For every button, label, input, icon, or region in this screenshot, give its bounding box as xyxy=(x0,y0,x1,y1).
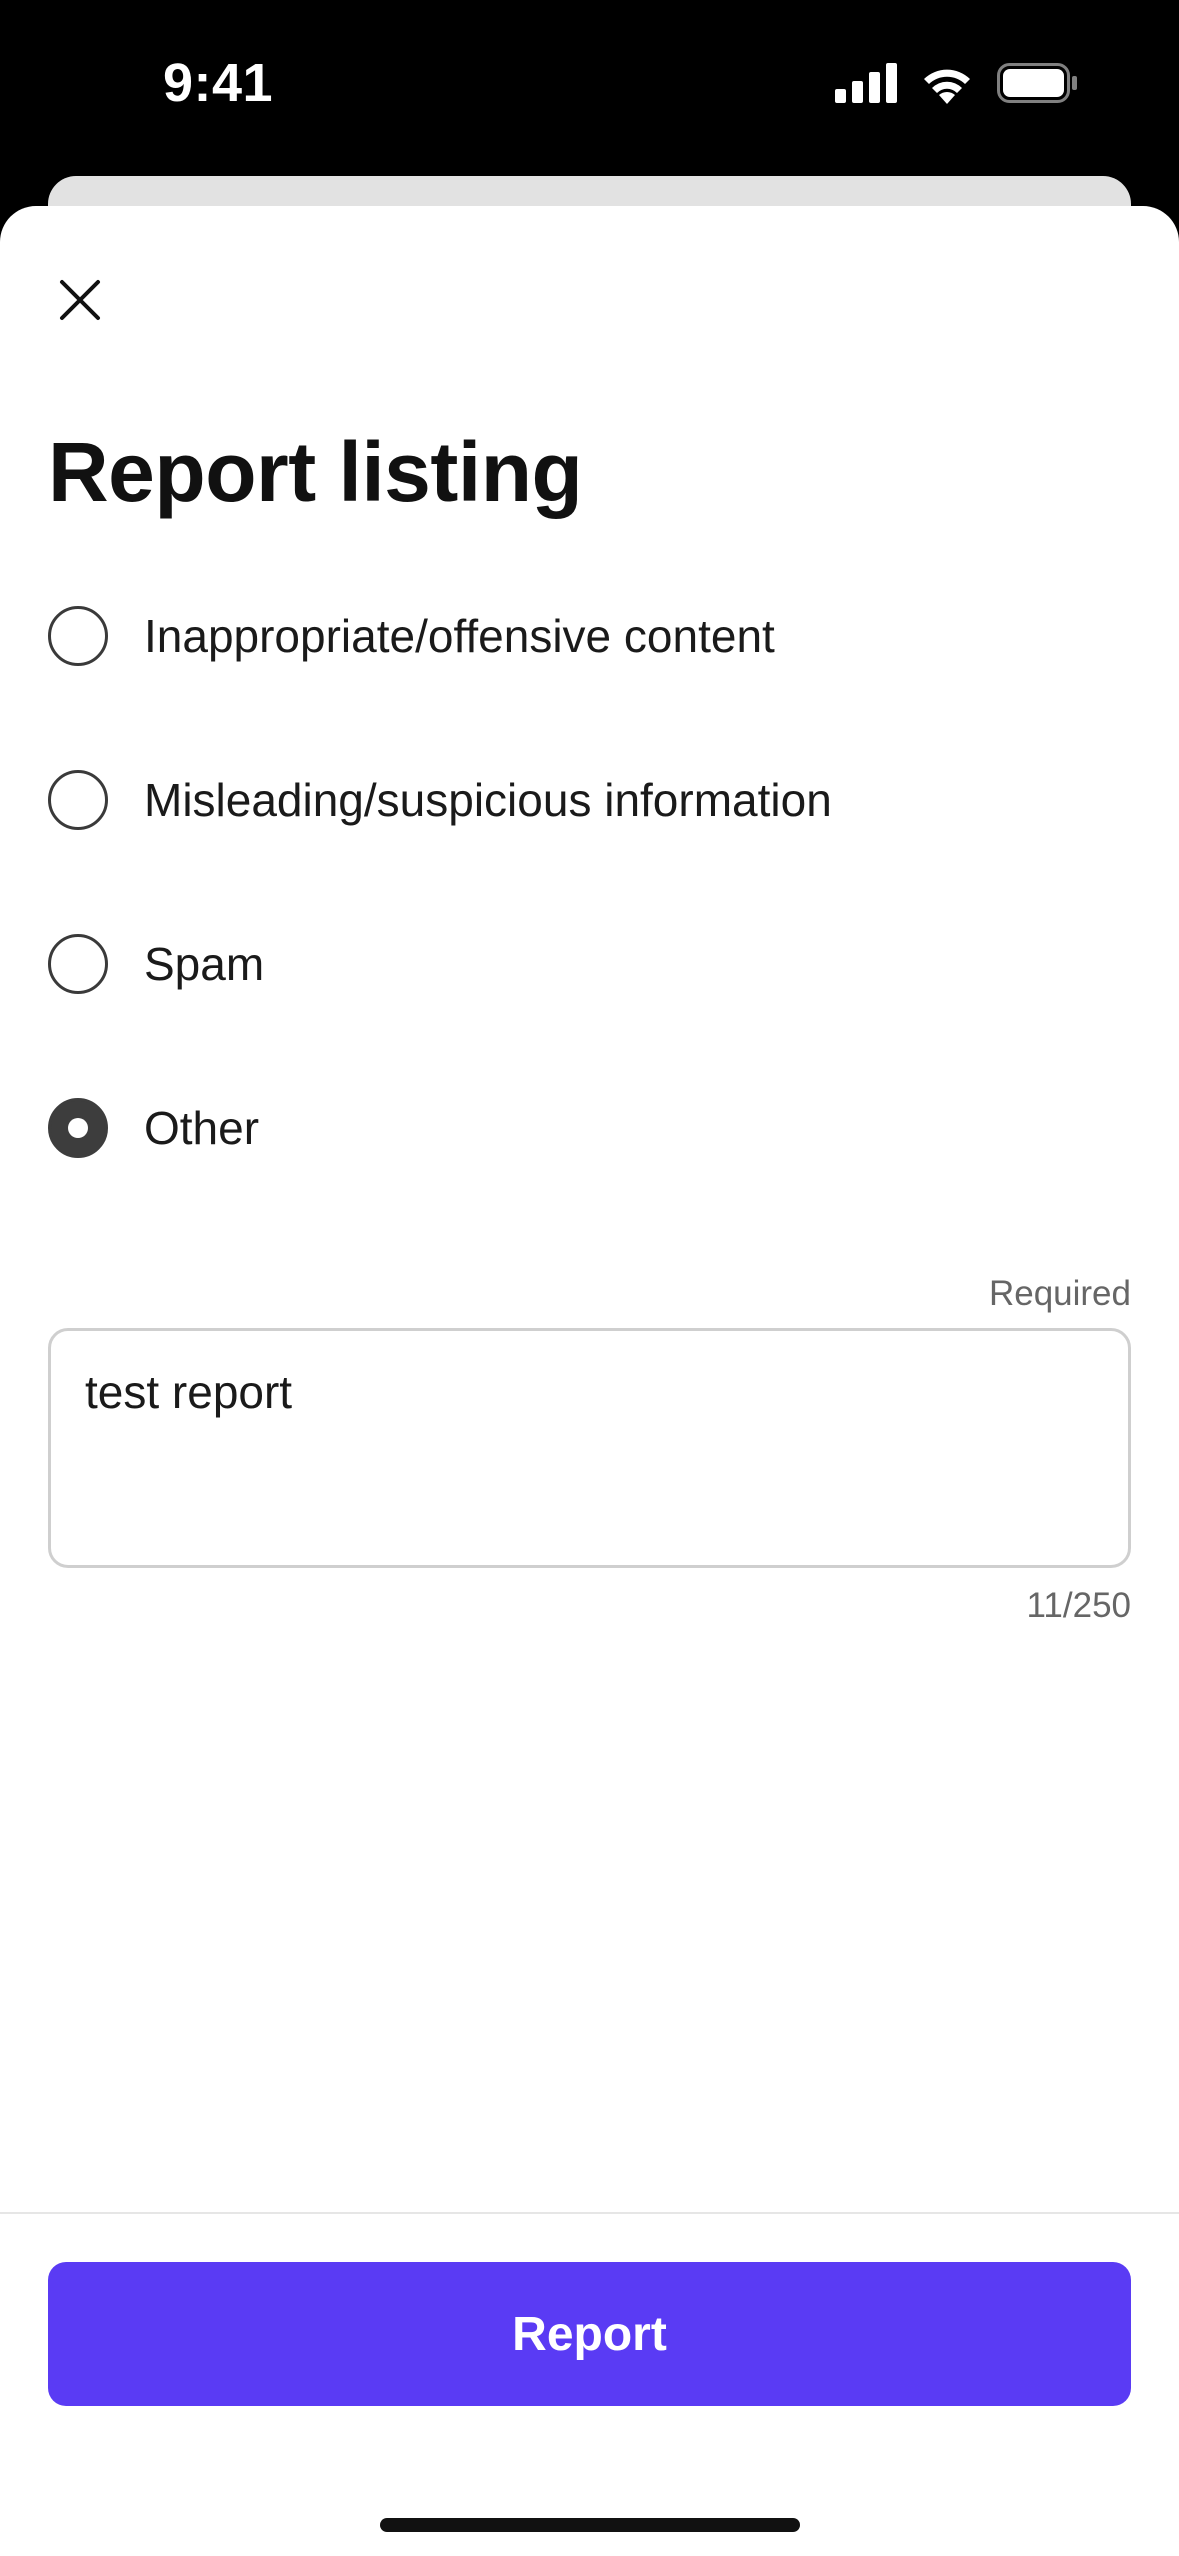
option-spam[interactable]: Spam xyxy=(48,914,1131,1014)
cellular-signal-icon xyxy=(835,63,897,103)
character-counter: 11/250 xyxy=(1026,1586,1131,1625)
battery-icon xyxy=(997,63,1077,103)
radio-button[interactable] xyxy=(48,606,108,666)
option-other[interactable]: Other xyxy=(48,1078,1131,1178)
option-inappropriate[interactable]: Inappropriate/offensive content xyxy=(48,586,1131,686)
option-label: Misleading/suspicious information xyxy=(144,774,832,826)
report-sheet: Report listing Inappropriate/offensive c… xyxy=(0,206,1179,2556)
wifi-icon xyxy=(924,69,970,104)
option-misleading[interactable]: Misleading/suspicious information xyxy=(48,750,1131,850)
option-label: Spam xyxy=(144,938,265,990)
radio-button[interactable] xyxy=(48,770,108,830)
close-icon xyxy=(60,280,100,320)
radio-button[interactable] xyxy=(48,934,108,994)
textarea-value: test report xyxy=(85,1366,293,1418)
status-icons xyxy=(835,62,1079,104)
status-bar: 9:41 xyxy=(0,0,1179,176)
report-button[interactable]: Report xyxy=(48,2262,1131,2406)
required-label: Required xyxy=(988,1274,1131,1313)
close-button[interactable] xyxy=(40,260,120,340)
divider xyxy=(0,2212,1179,2214)
radio-button-selected[interactable] xyxy=(48,1098,108,1158)
home-indicator xyxy=(380,2518,800,2532)
report-details-textarea[interactable]: test report xyxy=(48,1328,1131,1568)
option-label: Inappropriate/offensive content xyxy=(144,610,775,662)
page-title: Report listing xyxy=(48,425,583,519)
status-time: 9:41 xyxy=(163,53,274,113)
option-label: Other xyxy=(144,1102,260,1154)
